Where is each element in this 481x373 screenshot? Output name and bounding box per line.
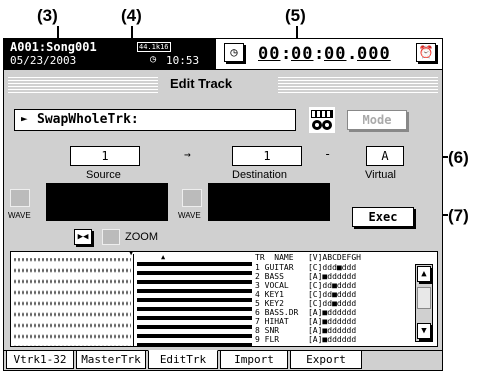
track-row[interactable]: 8 SNR [A]■dddddd (255, 327, 356, 335)
track-row[interactable]: 7 HIHAT [A]■dddddd (255, 318, 356, 326)
time-frames: 000 (357, 44, 391, 64)
timeline-empty-region (13, 258, 131, 346)
tab-vtrk[interactable]: Vtrk1-32 (6, 351, 74, 369)
destination-field[interactable]: 1 (232, 146, 302, 166)
zoom-in-icon[interactable] (102, 229, 120, 245)
wave-right-icon[interactable] (182, 189, 202, 207)
track-row[interactable]: 5 KEY2 [C]dd■dddd (255, 300, 356, 308)
callout-7: (7) (448, 206, 469, 225)
track-row[interactable]: 4 KEY1 [C]dd■dddd (255, 291, 356, 299)
zoom-fit-icon[interactable]: ▶◀ (74, 229, 92, 245)
wave-left-display (46, 183, 168, 221)
arrow-text: → (184, 148, 191, 161)
wave-right-label: WAVE (178, 211, 201, 220)
callout-6: (6) (448, 148, 469, 167)
wave-left-label: WAVE (8, 211, 31, 220)
time-seconds: 00 (324, 44, 347, 64)
locate-clock-icon[interactable]: ◷ (224, 43, 244, 62)
callout-3: (3) (37, 6, 58, 25)
time-hours: 00 (258, 44, 281, 64)
track-row[interactable]: 3 VOCAL [C]dd■dddd (255, 282, 356, 290)
alarm-clock-icon[interactable]: ⏰ (416, 43, 436, 62)
locate-marker-icon: ▼ (129, 249, 134, 257)
track-row[interactable]: 2 BASS [A]■dddddd (255, 273, 356, 281)
rate-badge: 44.1k16 (137, 42, 171, 52)
command-field[interactable]: ► SwapWholeTrk: (14, 109, 296, 131)
tab-export[interactable]: Export (290, 351, 362, 369)
wave-left-icon[interactable] (10, 189, 30, 207)
header-divider (4, 69, 442, 70)
virtual-label: Virtual (365, 169, 396, 181)
start-marker-icon: ▲ (161, 253, 166, 261)
date-text: 05/23/2003 (10, 54, 77, 67)
track-bars (137, 262, 252, 346)
command-value: SwapWholeTrk: (37, 112, 139, 127)
track-list-header: TR NAME [V]ABCDEFGH (255, 253, 361, 262)
zoom-label: ZOOM (125, 231, 158, 243)
callout-5: (5) (285, 6, 306, 25)
wave-right-display (208, 183, 330, 221)
lcd-screen: A001:Song001 05/23/2003 44.1k16 ◷ 10:53 … (3, 38, 443, 371)
title-bar: Edit Track (8, 75, 438, 95)
destination-label: Destination (232, 169, 288, 181)
track-scrollbar[interactable]: ▲ ▼ (415, 264, 433, 342)
source-field[interactable]: 1 (70, 146, 140, 166)
time-minutes: 00 (291, 44, 314, 64)
dash-text: - (324, 147, 332, 161)
scroll-thumb[interactable] (417, 287, 431, 309)
callout-4: (4) (121, 6, 142, 25)
command-arrow-icon: ► (21, 112, 28, 125)
tab-edittrk[interactable]: EditTrk (148, 350, 218, 369)
exec-button[interactable]: Exec (352, 207, 414, 227)
scroll-up-icon[interactable]: ▲ (417, 266, 431, 282)
clock-icon: ◷ (150, 54, 157, 65)
track-list: TR NAME [V]ABCDEFGH 1 GUITAR [C]ddd■ddd … (255, 252, 405, 346)
time-area: ◷ 00 : 00 : 00 . 000 ⏰ (216, 39, 442, 69)
track-row[interactable]: 9 FLR [A]■dddddd (255, 336, 356, 344)
virtual-field[interactable]: A (366, 146, 404, 166)
song-name: A001:Song001 (10, 40, 97, 54)
source-label: Source (86, 169, 121, 181)
page-title: Edit Track (170, 76, 233, 91)
tab-import[interactable]: Import (220, 351, 288, 369)
track-row[interactable]: 1 GUITAR [C]ddd■ddd (255, 264, 356, 272)
locate-marker (133, 254, 134, 346)
track-row[interactable]: 6 BASS.DR [A]■dddddd (255, 309, 356, 317)
swap-icon (309, 107, 335, 133)
scroll-down-icon[interactable]: ▼ (417, 323, 431, 339)
clock-time: 10:53 (166, 54, 200, 67)
tab-mastertrk[interactable]: MasterTrk (76, 351, 146, 369)
track-panel: ▼ ▲ TR NAME [V]ABCDEFGH 1 GUITAR [C]ddd■… (10, 249, 438, 347)
header-info: A001:Song001 05/23/2003 44.1k16 ◷ 10:53 (4, 39, 216, 69)
mode-button[interactable]: Mode (347, 110, 407, 130)
